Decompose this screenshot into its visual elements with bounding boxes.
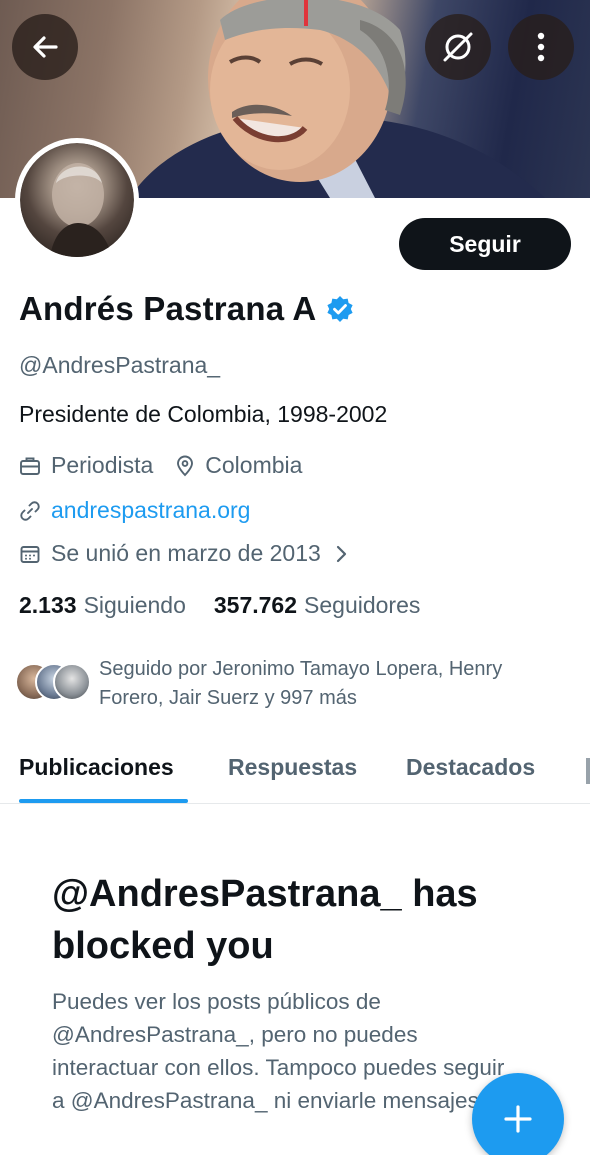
followed-by-avatars xyxy=(15,655,95,701)
followers-count-link[interactable]: 357.762 Seguidores xyxy=(214,592,421,619)
follow-button[interactable]: Seguir xyxy=(399,218,571,270)
avatar xyxy=(53,663,91,701)
following-count: 2.133 xyxy=(19,592,77,618)
verified-badge-icon[interactable] xyxy=(326,295,354,323)
briefcase-icon xyxy=(19,455,41,477)
profile-meta-row: Periodista Colombia xyxy=(19,452,302,479)
back-button[interactable] xyxy=(12,14,78,80)
profile-website-row: andrespastrana.org xyxy=(19,497,250,524)
profile-name: Andrés Pastrana A xyxy=(19,290,317,327)
follow-counts: 2.133 Siguiendo 357.762 Seguidores xyxy=(19,592,448,619)
more-options-button[interactable] xyxy=(508,14,574,80)
tab-destacados[interactable]: Destacados xyxy=(406,754,535,781)
followers-count: 357.762 xyxy=(213,592,298,618)
plus-icon xyxy=(503,1104,533,1134)
chevron-right-icon xyxy=(335,545,347,563)
active-tab-indicator xyxy=(19,799,188,803)
profile-name-row: Andrés Pastrana A xyxy=(19,290,354,328)
profile-bio: Presidente de Colombia, 1998-2002 xyxy=(19,401,388,427)
blocked-title: @AndresPastrana_ has blocked you xyxy=(52,873,478,967)
arrow-left-icon xyxy=(29,31,61,63)
profile-joined-date: Se unió en marzo de 2013 xyxy=(51,540,321,566)
following-count-link[interactable]: 2.133 Siguiendo xyxy=(19,592,186,619)
more-vertical-icon xyxy=(535,31,547,63)
avatar-image xyxy=(20,143,134,257)
profile-website-link[interactable]: andrespastrana.org xyxy=(51,497,250,524)
calendar-icon xyxy=(19,543,41,565)
tab-overflow-indicator xyxy=(586,758,590,784)
profile-location: Colombia xyxy=(205,452,303,478)
following-label: Siguiendo xyxy=(83,592,186,618)
tab-respuestas[interactable]: Respuestas xyxy=(228,754,357,781)
location-pin-icon xyxy=(175,455,195,477)
profile-joined-row[interactable]: Se unió en marzo de 2013 xyxy=(19,540,347,567)
no-sync-button[interactable] xyxy=(425,14,491,80)
profile-handle: @AndresPastrana_ xyxy=(19,352,221,378)
profile-profession: Periodista xyxy=(51,452,154,478)
no-sync-icon xyxy=(439,28,477,66)
profile-avatar[interactable] xyxy=(15,138,139,262)
blocked-description: Puedes ver los posts públicos de @Andres… xyxy=(52,989,505,1113)
followed-by-row[interactable]: Seguido por Jeronimo Tamayo Lopera, Henr… xyxy=(15,655,575,713)
link-icon xyxy=(19,500,41,522)
followers-label: Seguidores xyxy=(304,592,421,618)
profile-tabs: Publicaciones Respuestas Destacados xyxy=(0,738,590,804)
banner-red-mark xyxy=(304,0,308,26)
followed-by-text: Seguido por Jeronimo Tamayo Lopera, Henr… xyxy=(99,658,503,709)
tab-publicaciones[interactable]: Publicaciones xyxy=(19,754,174,781)
compose-button[interactable] xyxy=(472,1073,564,1155)
